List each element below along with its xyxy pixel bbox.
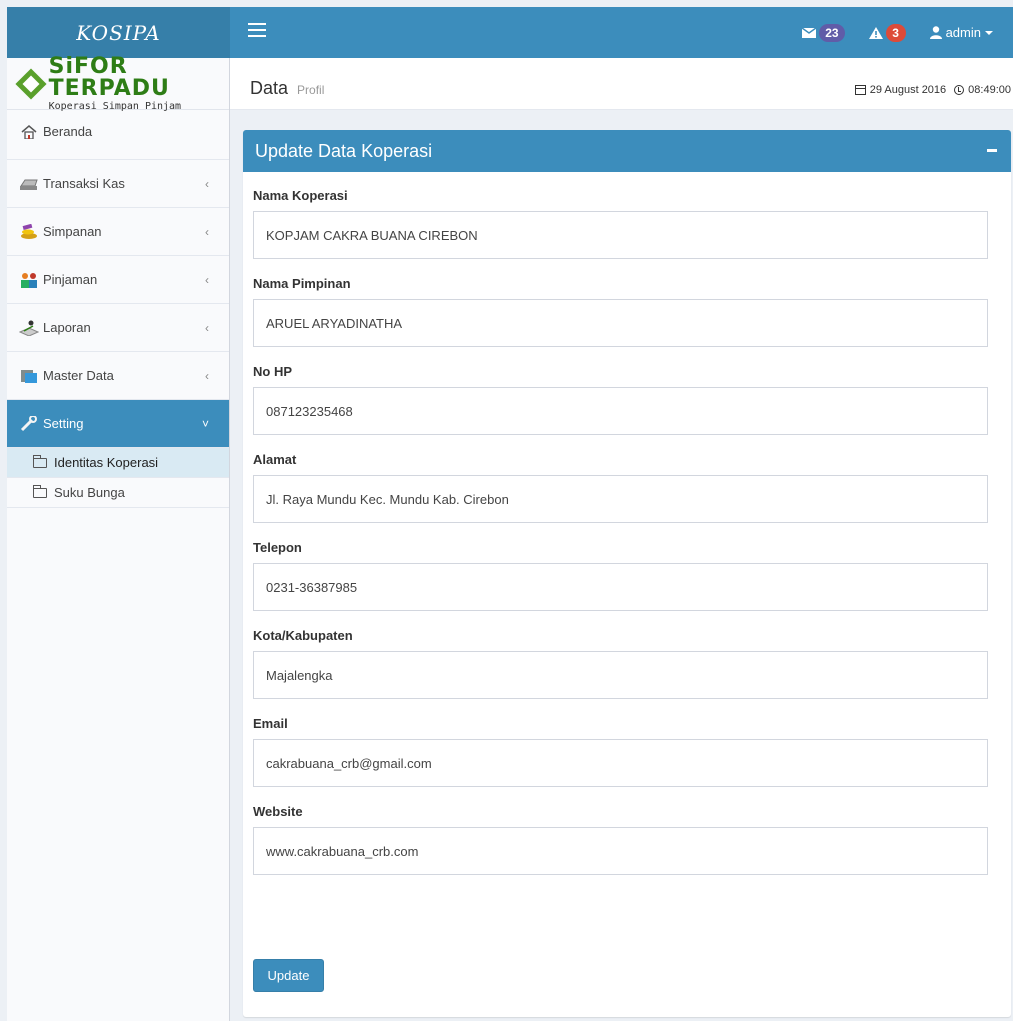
page-subtitle: Profil — [297, 83, 325, 97]
form-body: Nama Koperasi Nama Pimpinan No HP Alamat… — [243, 188, 1011, 875]
nama-koperasi-input[interactable] — [253, 211, 988, 259]
field-label: Website — [253, 804, 303, 819]
sidebar-item-label: Pinjaman — [43, 272, 98, 287]
field-label: Alamat — [253, 452, 297, 467]
sidebar-toggle-icon[interactable] — [248, 23, 266, 37]
page-title-text: Data — [250, 78, 289, 98]
page-title: Data Profil — [250, 78, 324, 99]
form-group-nama-pimpinan: Nama Pimpinan — [253, 276, 989, 347]
sidebar-item-laporan[interactable]: Laporan ‹ — [7, 304, 229, 352]
user-icon — [929, 26, 942, 39]
sidebar-item-label: Simpanan — [43, 224, 102, 239]
folder-open-icon — [32, 454, 47, 468]
alamat-input[interactable] — [253, 475, 988, 523]
chevron-left-icon: ‹ — [205, 320, 209, 335]
caret-down-icon — [985, 30, 993, 35]
sidebar-item-pinjaman[interactable]: Pinjaman ‹ — [7, 256, 229, 304]
email-input[interactable] — [253, 739, 988, 787]
alerts-menu[interactable]: 3 — [859, 7, 916, 58]
chevron-left-icon: ‹ — [205, 272, 209, 287]
form-group-telepon: Telepon — [253, 540, 989, 611]
field-label: Kota/Kabupaten — [253, 628, 353, 643]
form-group-no-hp: No HP — [253, 364, 989, 435]
wrench-icon — [19, 415, 39, 432]
sidebar-item-label: Master Data — [43, 368, 114, 383]
form-group-alamat: Alamat — [253, 452, 989, 523]
collapse-icon[interactable] — [987, 149, 997, 152]
warning-icon — [868, 26, 883, 39]
nama-pimpinan-input[interactable] — [253, 299, 988, 347]
website-input[interactable] — [253, 827, 988, 875]
folder-open-icon — [32, 484, 47, 498]
user-menu[interactable]: admin — [920, 7, 1003, 58]
form-group-kota-kabupaten: Kota/Kabupaten — [253, 628, 989, 699]
chevron-left-icon: ‹ — [205, 368, 209, 383]
no-hp-input[interactable] — [253, 387, 988, 435]
app-logo[interactable]: KOSIPA — [7, 7, 230, 58]
update-koperasi-box: Update Data Koperasi Nama Koperasi Nama … — [243, 130, 1011, 1017]
home-icon — [19, 124, 39, 140]
messages-badge: 23 — [819, 23, 845, 42]
brand-title: SiFOR TERPADU — [48, 53, 170, 101]
sidebar-subitem-identitas-koperasi[interactable]: Identitas Koperasi — [7, 448, 229, 478]
sidebar-item-label: Laporan — [43, 320, 91, 335]
sidebar-item-label: Setting — [43, 416, 84, 431]
field-label: No HP — [253, 364, 292, 379]
sidebar-subitem-label: Identitas Koperasi — [54, 455, 159, 470]
report-icon — [19, 320, 39, 336]
alerts-badge: 3 — [885, 23, 906, 42]
update-button[interactable]: Update — [253, 959, 324, 992]
sidebar-subitem-label: Suku Bunga — [54, 485, 125, 500]
telepon-input[interactable] — [253, 563, 988, 611]
box-title: Update Data Koperasi — [255, 140, 433, 161]
sidebar-item-label: Transaksi Kas — [43, 176, 125, 191]
app-logo-text: KOSIPA — [76, 20, 161, 45]
field-label: Nama Pimpinan — [253, 276, 351, 291]
field-label: Telepon — [253, 540, 302, 555]
datetime: 29 August 2016 08:49:00 — [854, 84, 1011, 96]
savings-icon — [19, 223, 39, 240]
box-header: Update Data Koperasi — [243, 130, 1011, 172]
database-icon — [19, 368, 39, 384]
sidebar-item-beranda[interactable]: Beranda — [7, 110, 229, 160]
sidebar: SiFOR TERPADU Koperasi Simpan Pinjam Ber… — [7, 53, 230, 1021]
field-label: Email — [253, 716, 288, 731]
envelope-icon — [802, 27, 817, 38]
people-icon — [19, 272, 39, 288]
form-group-nama-koperasi: Nama Koperasi — [253, 188, 989, 259]
kota-kabupaten-input[interactable] — [253, 651, 988, 699]
cash-register-icon — [19, 176, 39, 192]
content-header: Data Profil 29 August 2016 08:49:00 — [230, 58, 1013, 110]
form-group-website: Website — [253, 804, 989, 875]
sidebar-item-simpanan[interactable]: Simpanan ‹ — [7, 208, 229, 256]
user-name: admin — [945, 25, 981, 40]
chevron-left-icon: ‹ — [205, 224, 209, 239]
sidebar-item-setting[interactable]: Setting ˅ — [7, 400, 229, 448]
sidebar-item-label: Beranda — [43, 124, 93, 139]
sidebar-item-master-data[interactable]: Master Data ‹ — [7, 352, 229, 400]
current-time: 08:49:00 — [968, 84, 1011, 96]
current-date: 29 August 2016 — [869, 84, 947, 96]
chevron-down-icon: ˅ — [201, 416, 209, 431]
navbar: 23 3 admin — [230, 7, 1013, 58]
form-group-email: Email — [253, 716, 989, 787]
navbar-right: 23 3 admin — [792, 7, 1003, 58]
brand-emblem-icon — [15, 67, 47, 100]
sidebar-item-transaksi-kas[interactable]: Transaksi Kas ‹ — [7, 160, 229, 208]
sidebar-subitem-suku-bunga[interactable]: Suku Bunga — [7, 478, 229, 508]
field-label: Nama Koperasi — [253, 188, 348, 203]
chevron-left-icon: ‹ — [205, 176, 209, 191]
messages-menu[interactable]: 23 — [792, 7, 854, 58]
calendar-icon — [854, 85, 866, 95]
brand-logo: SiFOR TERPADU Koperasi Simpan Pinjam — [7, 53, 229, 111]
clock-icon — [954, 85, 965, 95]
top-bar: KOSIPA 23 3 admin — [0, 0, 1013, 58]
